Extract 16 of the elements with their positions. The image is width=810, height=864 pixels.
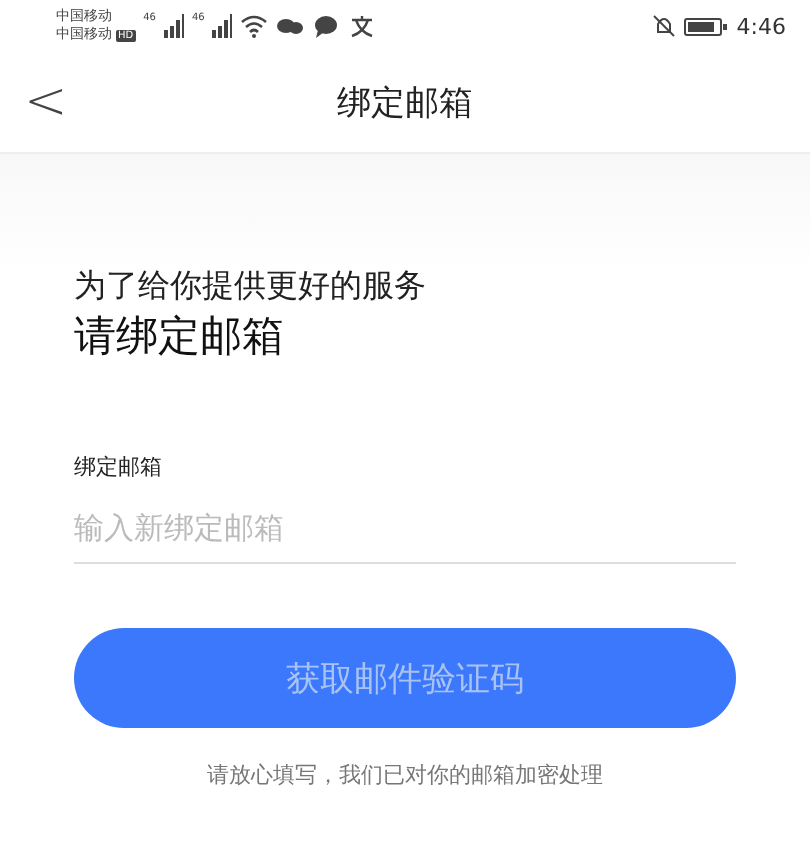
signal-icon — [212, 14, 233, 38]
subtitle: 为了给你提供更好的服务 — [74, 264, 426, 308]
signal-icon — [164, 14, 184, 38]
clock-time: 4:46 — [736, 13, 786, 39]
field-label: 绑定邮箱 — [74, 452, 162, 482]
wifi-icon — [240, 14, 269, 38]
privacy-note: 请放心填写，我们已对你的邮箱加密处理 — [207, 760, 603, 790]
heading: 请绑定邮箱 — [74, 310, 284, 364]
back-button[interactable]: < — [16, 72, 76, 132]
email-field[interactable]: 输入新绑定邮箱 — [74, 502, 736, 564]
page-title: 绑定邮箱 — [337, 81, 473, 125]
battery-icon — [684, 14, 729, 38]
bell-off-icon — [652, 14, 677, 38]
speech-bubble-icon — [312, 14, 341, 38]
chat-icon — [276, 14, 305, 38]
translate-icon — [348, 14, 377, 38]
